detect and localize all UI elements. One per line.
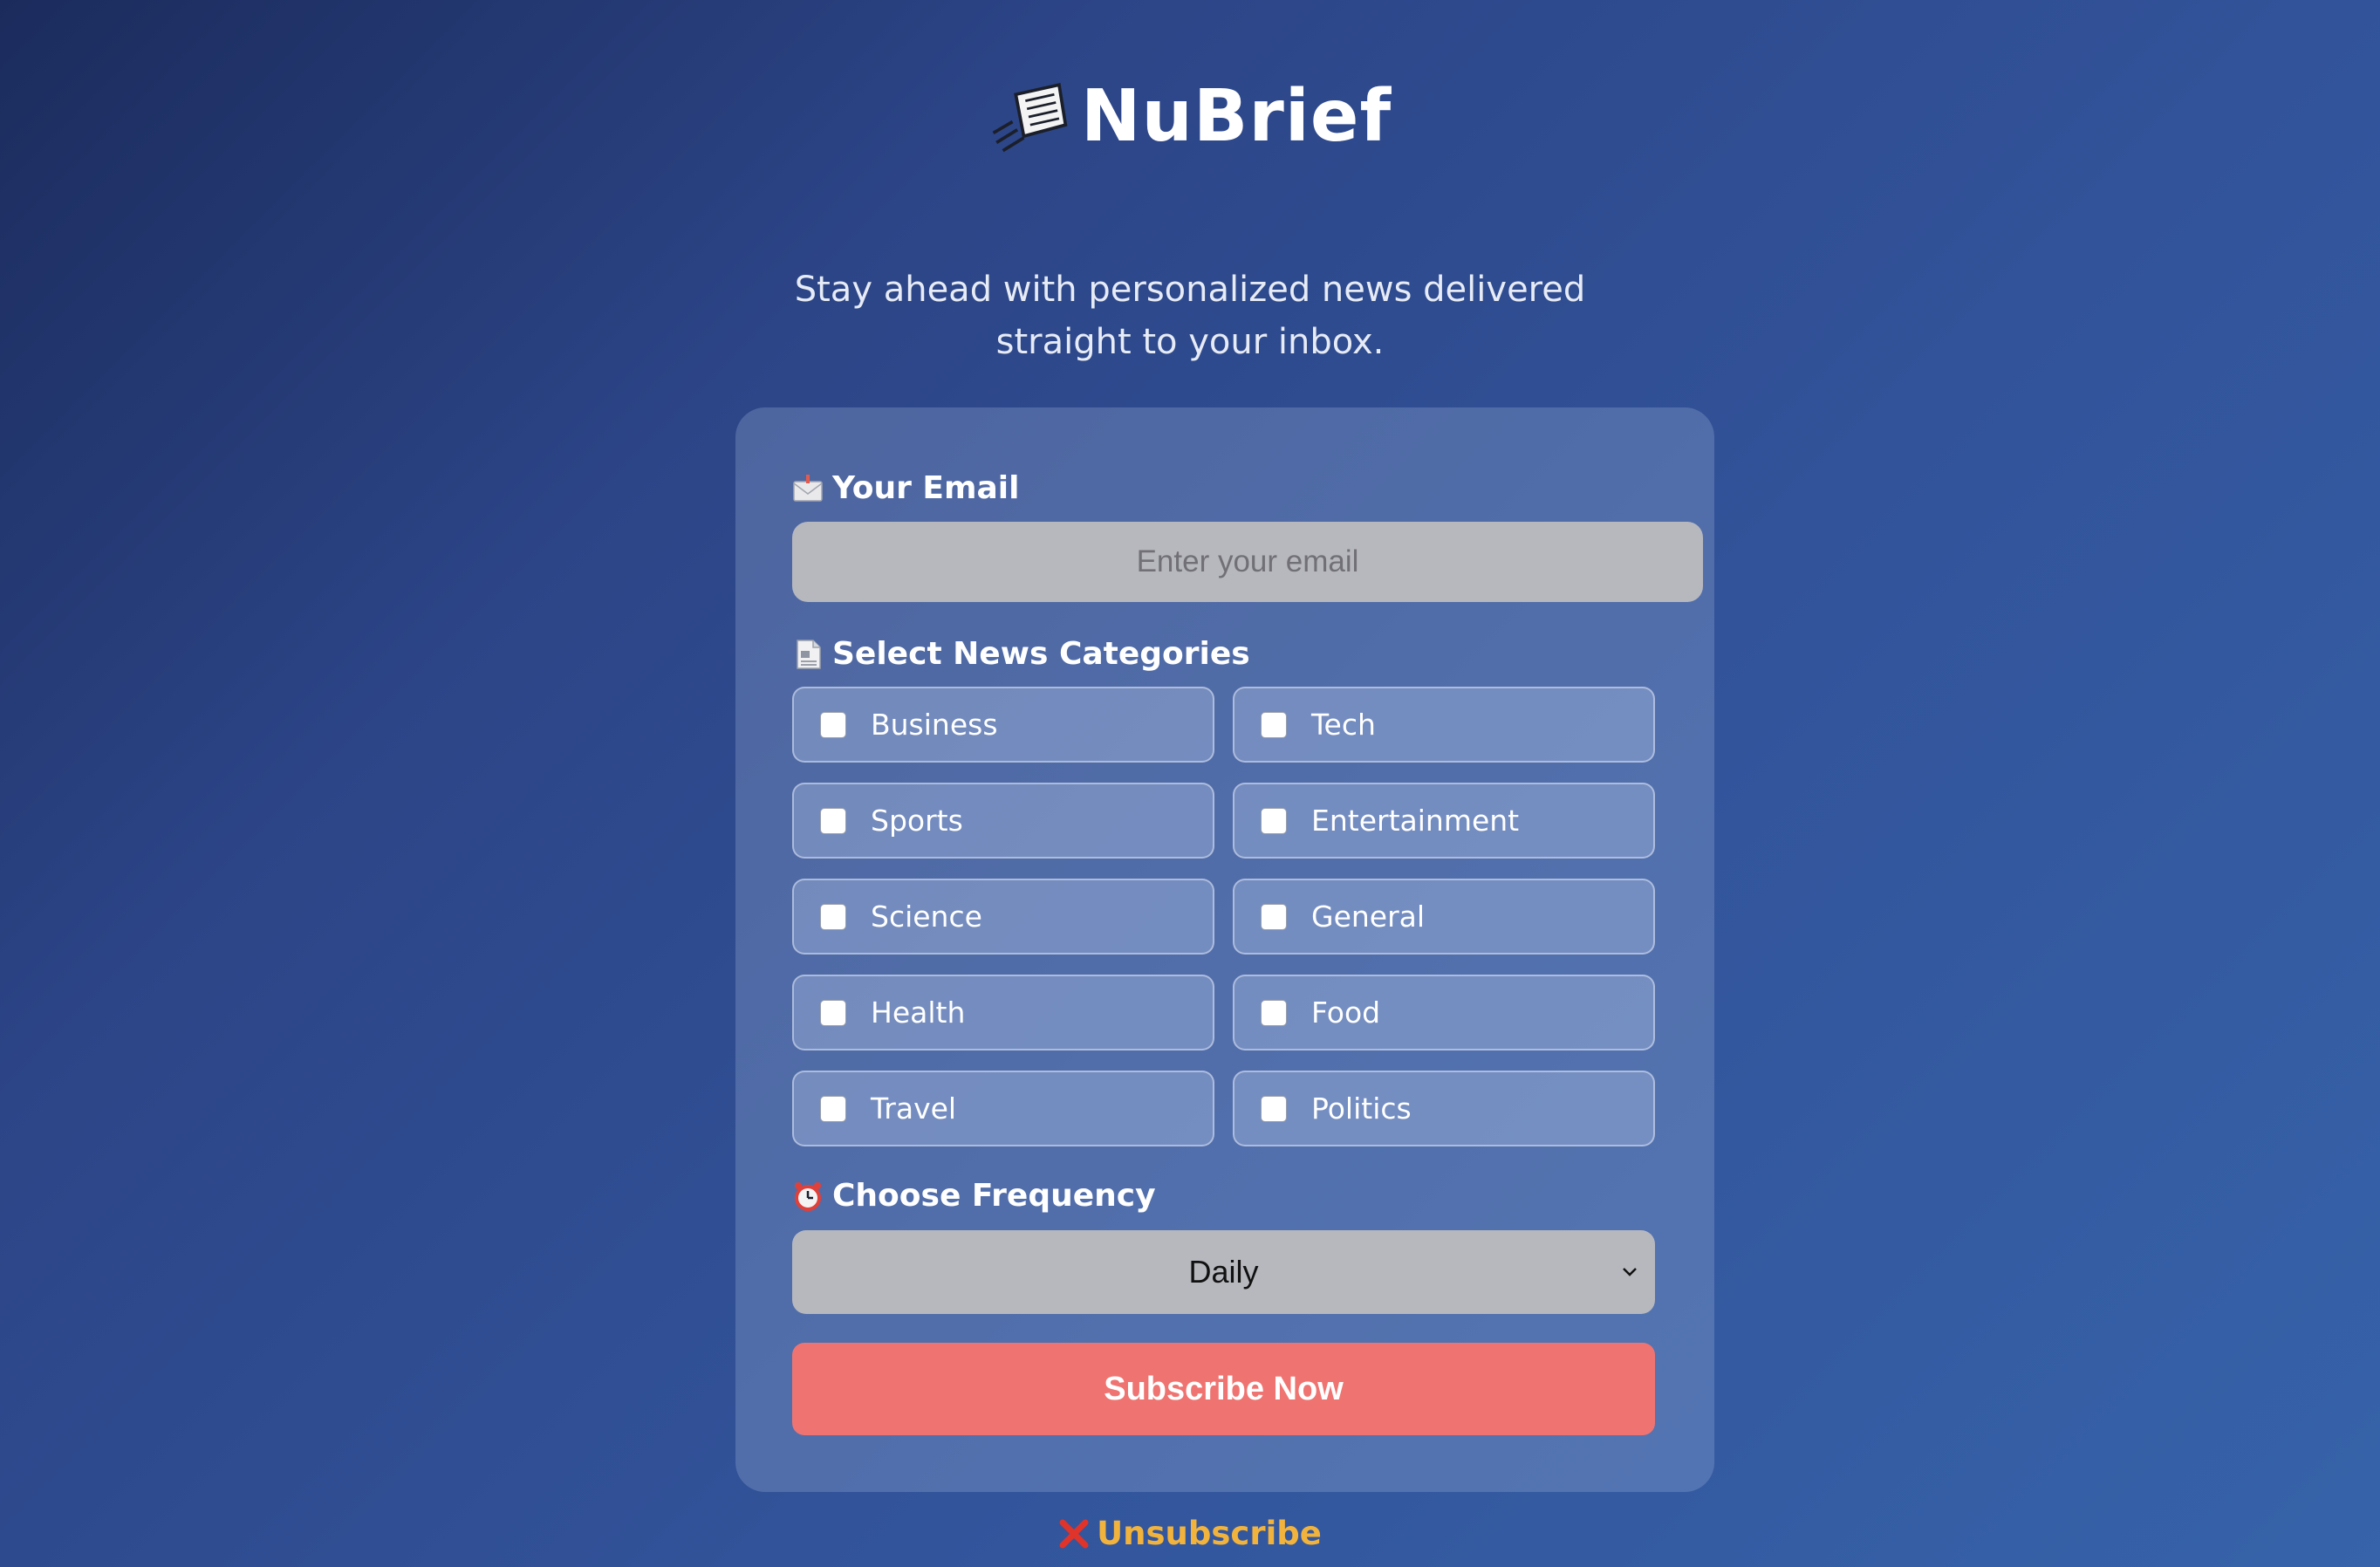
category-general[interactable]: General [1233,879,1655,955]
category-politics[interactable]: Politics [1233,1071,1655,1146]
alarm-clock-icon [795,1181,821,1211]
category-science[interactable]: Science [792,879,1214,955]
category-label: Politics [1311,1091,1412,1126]
checkbox[interactable] [1261,903,1287,930]
brand-logo: NuBrief [0,77,2380,157]
category-label: Health [871,996,966,1030]
category-label: Science [871,900,982,934]
categories-label: Select News Categories [792,636,1250,672]
email-label-text: Your Email [832,470,1020,506]
frequency-label-text: Choose Frequency [832,1178,1156,1214]
category-label: General [1311,900,1426,934]
category-grid: Business Tech Sports Entertainment Scien… [792,687,1655,1146]
category-label: Business [871,708,998,742]
checkbox[interactable] [1261,807,1287,834]
category-label: Tech [1311,708,1376,742]
tagline: Stay ahead with personalized news delive… [0,263,2380,368]
frequency-selected-value: Daily [1188,1254,1259,1290]
subscription-form-card: Your Email Select News Categories Busine… [735,407,1714,1492]
checkbox[interactable] [820,903,846,930]
category-tech[interactable]: Tech [1233,687,1655,763]
checkbox[interactable] [1261,1095,1287,1122]
category-food[interactable]: Food [1233,975,1655,1050]
email-input[interactable] [792,522,1703,602]
brand-name: NuBrief [1080,75,1392,158]
flying-newspaper-icon [992,82,1068,153]
checkbox[interactable] [820,807,846,834]
category-label: Food [1311,996,1381,1030]
category-label: Entertainment [1311,804,1520,838]
tagline-line-1: Stay ahead with personalized news delive… [794,270,1586,310]
checkbox[interactable] [820,711,846,738]
category-travel[interactable]: Travel [792,1071,1214,1146]
categories-label-text: Select News Categories [832,636,1250,672]
unsubscribe-label: Unsubscribe [1097,1515,1322,1552]
chevron-down-icon [1623,1268,1637,1276]
category-label: Travel [871,1091,957,1126]
envelope-icon [793,474,823,502]
category-business[interactable]: Business [792,687,1214,763]
email-label: Your Email [792,470,1020,506]
tagline-line-2: straight to your inbox. [995,322,1385,362]
checkbox[interactable] [820,1095,846,1122]
category-entertainment[interactable]: Entertainment [1233,783,1655,859]
red-x-icon [1059,1519,1089,1548]
document-icon [797,639,821,669]
category-sports[interactable]: Sports [792,783,1214,859]
checkbox[interactable] [820,999,846,1026]
checkbox[interactable] [1261,711,1287,738]
checkbox[interactable] [1261,999,1287,1026]
frequency-label: Choose Frequency [792,1178,1156,1214]
category-label: Sports [871,804,963,838]
frequency-select[interactable]: Daily [792,1230,1655,1314]
unsubscribe-link[interactable]: Unsubscribe [0,1515,2380,1552]
subscribe-button[interactable]: Subscribe Now [792,1343,1655,1435]
category-health[interactable]: Health [792,975,1214,1050]
